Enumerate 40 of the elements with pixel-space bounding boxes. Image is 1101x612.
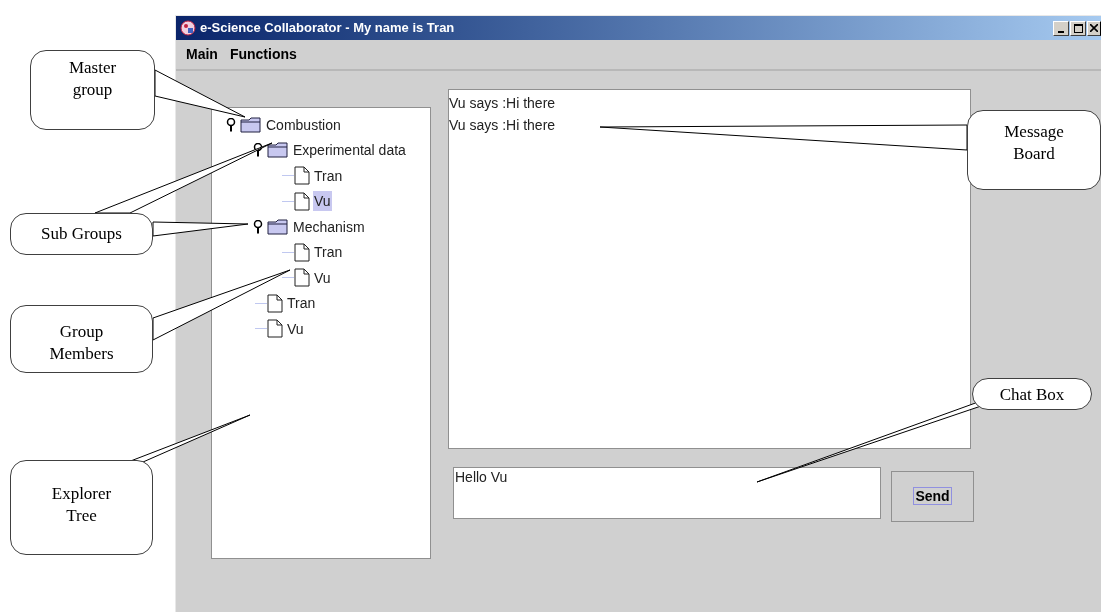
maximize-icon [1073,23,1083,33]
document-icon [294,166,310,186]
menu-item[interactable]: Main [186,44,218,65]
tree-folder-item[interactable]: Mechanism [292,216,366,237]
callout-label: Master group [67,57,118,101]
window-title: e-Science Collaborator - My name is Tran [200,19,455,38]
document-icon [294,242,310,262]
expanded-handle-icon[interactable] [253,219,263,234]
expanded-handle-icon[interactable] [226,117,236,132]
callout-label: Sub Groups [40,223,123,245]
chat-message: Vu says :Hi there [449,94,556,113]
chat-input-field[interactable]: Hello Vu [453,467,881,519]
tree-member-item[interactable]: Vu [313,267,332,288]
tree-member-item[interactable]: Tran [286,293,317,314]
callout-label: Group Members [48,321,115,365]
folder-icon [267,142,289,159]
close-button[interactable] [1087,20,1101,36]
minimize-button[interactable] [1053,20,1069,36]
maximize-button[interactable] [1070,20,1086,36]
document-icon [267,293,283,313]
callout-label: Message Board [1003,121,1065,165]
tree-member-item[interactable]: Vu [313,191,332,212]
document-icon [267,319,283,339]
app-logo-icon [180,20,196,36]
tree-member-item[interactable]: Tran [313,242,344,263]
document-icon [294,191,310,211]
tree-folder-item[interactable]: Experimental data [292,140,407,161]
folder-icon [240,116,262,133]
folder-icon [267,218,289,235]
tree-folder-item[interactable]: Combustion [265,114,342,135]
tree-member-item[interactable]: Vu [286,318,305,339]
callout-label: Explorer Tree [50,483,113,527]
chat-message: Vu says :Hi there [449,116,556,135]
document-icon [294,268,310,288]
tree-member-item[interactable]: Tran [313,165,344,186]
send-button[interactable]: Send [891,471,974,522]
callout-label: Chat Box [998,384,1066,406]
menu-item[interactable]: Functions [229,44,297,65]
close-icon [1090,24,1098,32]
minimize-icon [1058,30,1064,33]
